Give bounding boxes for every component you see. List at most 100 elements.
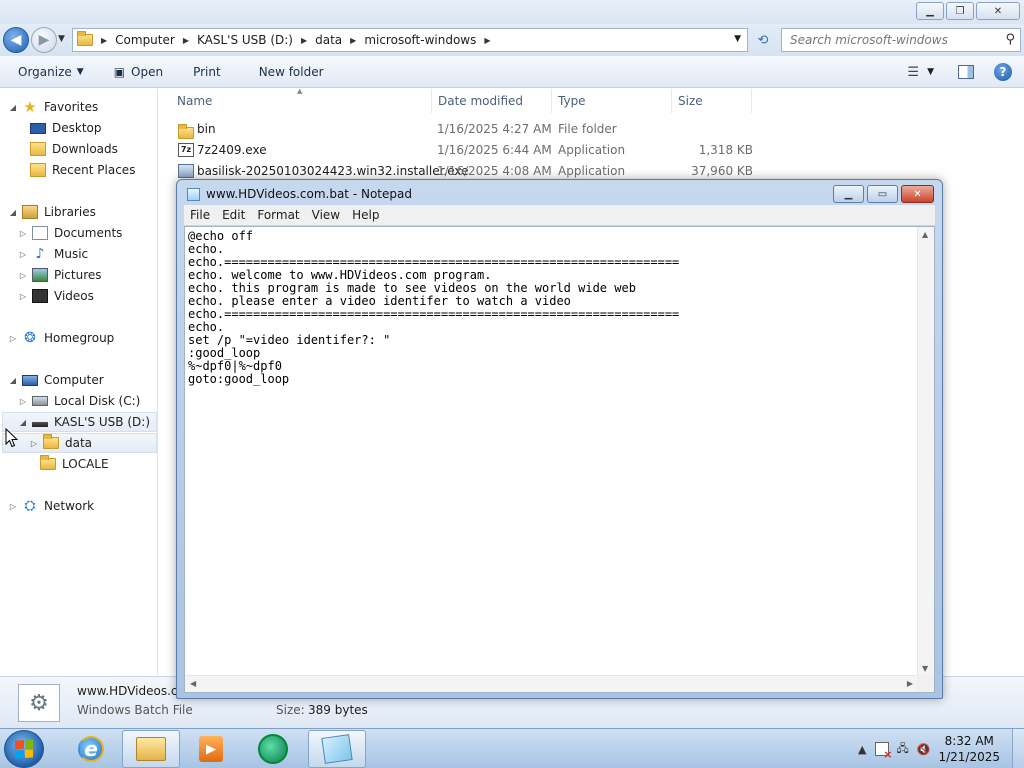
scroll-right-icon[interactable]: ▶ xyxy=(907,679,913,688)
nav-usb[interactable]: ◢ KASL'S USB (D:) xyxy=(2,412,157,432)
change-view-icon[interactable]: ☰ xyxy=(907,65,919,80)
notepad-titlebar[interactable]: www.HDVideos.com.bat - Notepad xyxy=(187,187,412,201)
close-button[interactable]: ✕ xyxy=(976,2,1020,20)
show-desktop-button[interactable] xyxy=(1012,729,1024,768)
scroll-up-icon[interactable]: ▲ xyxy=(922,230,928,239)
expand-icon[interactable]: ▷ xyxy=(18,271,28,280)
taskbar-notepad[interactable] xyxy=(308,730,366,768)
breadcrumb-separator[interactable]: ▶ xyxy=(484,36,490,45)
maximize-button[interactable]: ❐ xyxy=(946,2,974,20)
search-input[interactable] xyxy=(790,33,995,47)
column-date-modified[interactable]: Date modified xyxy=(432,89,552,113)
expand-icon[interactable]: ▷ xyxy=(8,502,18,511)
nav-data[interactable]: ▷ data xyxy=(2,433,157,453)
preview-pane-icon[interactable] xyxy=(958,65,974,79)
expand-icon[interactable]: ▷ xyxy=(18,292,28,301)
nav-locale[interactable]: LOCALE xyxy=(40,454,109,474)
nav-videos[interactable]: ▷ Videos xyxy=(18,286,94,306)
column-name-label: Name xyxy=(177,94,213,108)
column-type[interactable]: Type xyxy=(552,89,672,113)
nav-documents[interactable]: ▷ Documents xyxy=(18,223,122,243)
size-grip[interactable] xyxy=(917,675,934,692)
expand-icon[interactable]: ▷ xyxy=(29,439,39,448)
nav-homegroup[interactable]: ▷ ❂ Homegroup xyxy=(8,328,114,348)
print-button[interactable]: Print xyxy=(185,60,229,84)
view-dropdown-icon[interactable]: ▼ xyxy=(927,67,934,77)
explorer-titlebar[interactable]: ▁ ❐ ✕ xyxy=(0,0,1024,24)
address-bar[interactable]: ▶ Computer ▶ KASL'S USB (D:) ▶ data ▶ mi… xyxy=(72,28,748,52)
collapse-icon[interactable]: ◢ xyxy=(8,208,18,217)
menu-edit[interactable]: Edit xyxy=(216,208,251,222)
breadcrumb-separator[interactable]: ▶ xyxy=(301,36,307,45)
nav-libraries[interactable]: ◢ Libraries xyxy=(8,202,96,222)
taskbar-media-player[interactable]: ▶ xyxy=(182,730,240,768)
open-button[interactable]: ▣ Open xyxy=(106,60,171,84)
notepad-close-button[interactable]: ✕ xyxy=(901,185,934,203)
nav-recent-places[interactable]: Recent Places xyxy=(30,160,135,180)
collapse-icon[interactable]: ◢ xyxy=(18,418,28,427)
taskbar-internet-explorer[interactable]: e xyxy=(62,730,120,768)
notepad-minimize-button[interactable]: ▁ xyxy=(833,185,864,203)
search-icon[interactable]: ⚲ xyxy=(1005,32,1015,47)
forward-button[interactable]: ▶ xyxy=(31,27,57,53)
horizontal-scrollbar[interactable]: ◀ ▶ xyxy=(185,675,918,692)
nav-computer[interactable]: ◢ Computer xyxy=(8,370,104,390)
breadcrumb-usb[interactable]: KASL'S USB (D:) xyxy=(197,33,293,47)
nav-favorites[interactable]: ◢ ★ Favorites xyxy=(8,97,98,117)
column-size[interactable]: Size xyxy=(672,89,752,113)
nav-music[interactable]: ▷ ♪ Music xyxy=(18,244,88,264)
menu-file[interactable]: File xyxy=(184,208,216,222)
clock[interactable]: 8:32 AM 1/21/2025 xyxy=(938,733,1000,765)
back-button[interactable]: ◀ xyxy=(3,27,29,53)
network-status-icon[interactable]: 🖧 xyxy=(897,740,909,759)
scroll-left-icon[interactable]: ◀ xyxy=(190,679,196,688)
nav-local-disk[interactable]: ▷ Local Disk (C:) xyxy=(18,391,140,411)
help-icon[interactable]: ? xyxy=(994,63,1012,81)
volume-muted-icon[interactable]: 🔇 xyxy=(917,743,931,756)
breadcrumb-computer[interactable]: Computer xyxy=(115,33,175,47)
file-row[interactable]: 7z 7z2409.exe 1/16/2025 6:44 AM Applicat… xyxy=(169,140,759,160)
new-folder-button[interactable]: New folder xyxy=(251,60,332,84)
taskbar-green-app[interactable] xyxy=(244,730,302,768)
installer-icon xyxy=(178,164,194,178)
expand-icon[interactable]: ▷ xyxy=(8,334,18,343)
vertical-scrollbar[interactable]: ▲ ▼ xyxy=(917,227,934,676)
menu-help[interactable]: Help xyxy=(346,208,385,222)
refresh-icon[interactable]: ⟲ xyxy=(752,28,774,52)
desktop-icon xyxy=(30,122,46,134)
file-row[interactable]: bin 1/16/2025 4:27 AM File folder xyxy=(169,119,759,139)
nav-network[interactable]: ▷ ⛭ Network xyxy=(8,496,94,516)
breadcrumb-separator[interactable]: ▶ xyxy=(183,36,189,45)
notepad-editor[interactable]: @echo off echo. echo.===================… xyxy=(184,226,935,693)
minimize-button[interactable]: ▁ xyxy=(916,2,944,20)
search-box[interactable]: ⚲ xyxy=(781,28,1021,52)
expand-icon[interactable]: ▷ xyxy=(18,229,28,238)
address-dropdown-icon[interactable]: ▼ xyxy=(734,34,741,44)
start-button[interactable] xyxy=(4,730,44,768)
breadcrumb-separator[interactable]: ▶ xyxy=(350,36,356,45)
scroll-down-icon[interactable]: ▼ xyxy=(922,664,928,673)
nav-downloads[interactable]: Downloads xyxy=(30,139,118,159)
breadcrumb-microsoft-windows[interactable]: microsoft-windows xyxy=(364,33,476,47)
breadcrumb-separator[interactable]: ▶ xyxy=(101,36,107,45)
collapse-icon[interactable]: ◢ xyxy=(8,103,18,112)
menu-view[interactable]: View xyxy=(306,208,346,222)
column-name[interactable]: ▲ Name xyxy=(159,87,432,113)
command-bar: Organize ▼ ▣ Open Print New folder ☰ ▼ ? xyxy=(0,56,1024,88)
expand-icon[interactable]: ▷ xyxy=(18,250,28,259)
collapse-icon[interactable]: ◢ xyxy=(8,376,18,385)
action-center-flag-icon[interactable] xyxy=(874,742,893,761)
file-row[interactable]: basilisk-20250103024423.win32.installer.… xyxy=(169,161,759,181)
show-hidden-icons-icon[interactable]: ▲ xyxy=(858,743,866,756)
nav-pictures[interactable]: ▷ Pictures xyxy=(18,265,102,285)
taskbar-windows-explorer[interactable] xyxy=(122,730,180,768)
menu-format[interactable]: Format xyxy=(251,208,305,222)
chevron-down-icon: ▼ xyxy=(76,66,84,77)
expand-icon[interactable]: ▷ xyxy=(18,397,28,406)
nav-desktop[interactable]: Desktop xyxy=(30,118,102,138)
notepad-maximize-button[interactable]: ▭ xyxy=(867,185,898,203)
organize-button[interactable]: Organize ▼ xyxy=(10,60,92,84)
notepad-text[interactable]: @echo off echo. echo.===================… xyxy=(188,230,916,672)
breadcrumb-data[interactable]: data xyxy=(315,33,342,47)
recent-pages-dropdown[interactable]: ▼ xyxy=(58,34,65,44)
